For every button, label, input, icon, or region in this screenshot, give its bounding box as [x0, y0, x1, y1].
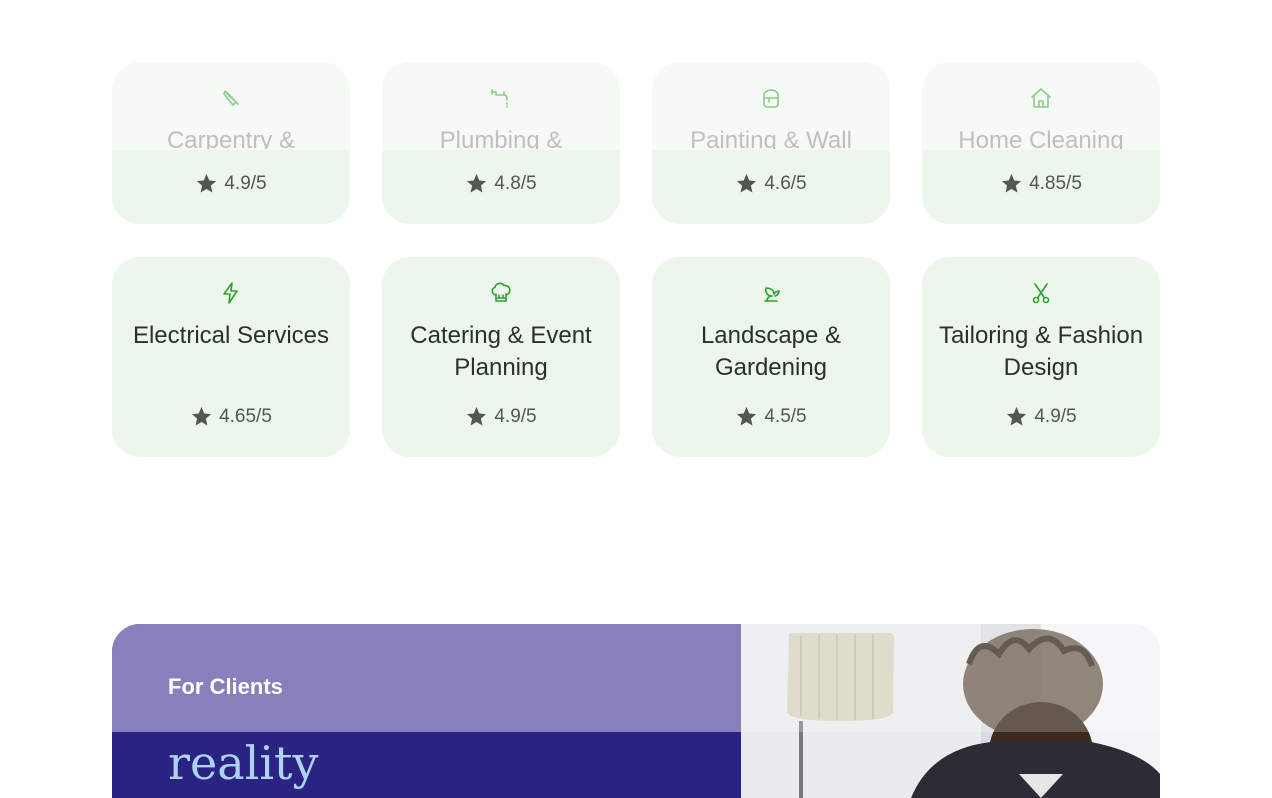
faucet-icon: [489, 86, 513, 110]
banner-headline: reality: [168, 736, 319, 790]
star-icon: [1001, 173, 1022, 193]
star-icon: [737, 173, 757, 193]
category-title: Home Cleaning: [958, 127, 1124, 149]
category-rating: 4.5/5: [652, 405, 890, 428]
star-icon: [197, 173, 217, 193]
star-icon: [1007, 406, 1027, 426]
category-rating: 4.9/5: [922, 405, 1160, 428]
category-card-catering[interactable]: Catering & Event Planning 4.9/5: [382, 257, 620, 457]
rating-value: 4.85/5: [1029, 172, 1082, 194]
category-rating: 4.65/5: [112, 405, 350, 428]
banner-eyebrow: For Clients: [168, 674, 283, 699]
banner-photo: [741, 624, 1160, 798]
category-rating: 4.6/5: [652, 172, 890, 195]
category-title: Catering & Event Planning: [410, 322, 592, 381]
star-icon: [467, 406, 487, 426]
category-title: Electrical Services: [132, 322, 330, 349]
category-rating: 4.8/5: [382, 172, 620, 195]
category-title: Landscape & Gardening: [700, 322, 842, 381]
rating-value: 4.5/5: [764, 405, 807, 427]
page: Carpentry & 4.9/5 Plumbing & 4.8/5 Paint…: [0, 0, 1272, 798]
star-icon: [737, 406, 757, 426]
rating-value: 4.8/5: [494, 172, 537, 194]
category-rating: 4.9/5: [112, 172, 350, 195]
lightning-icon: [219, 281, 243, 305]
star-icon: [467, 173, 487, 193]
category-title: Plumbing &: [439, 127, 563, 149]
category-card-carpentry[interactable]: Carpentry & 4.9/5: [112, 62, 350, 224]
category-card-landscape[interactable]: Landscape & Gardening 4.5/5: [652, 257, 890, 457]
rating-value: 4.6/5: [764, 172, 807, 194]
clients-promo-banner: For Clients reality: [112, 624, 1160, 798]
person-with-lamp-image: [741, 624, 1160, 798]
rating-value: 4.9/5: [1034, 405, 1077, 427]
saw-icon: [219, 86, 243, 110]
category-title: Carpentry &: [166, 127, 296, 149]
category-card-plumbing[interactable]: Plumbing & 4.8/5: [382, 62, 620, 224]
category-rating: 4.85/5: [922, 172, 1160, 195]
category-title: Tailoring & Fashion Design: [938, 322, 1144, 381]
paint-bucket-icon: [759, 86, 783, 110]
house-icon: [1029, 86, 1053, 110]
category-title: Painting & Wall: [690, 127, 852, 149]
category-rating: 4.9/5: [382, 405, 620, 428]
chef-hat-icon: [489, 281, 513, 305]
category-card-home-cleaning[interactable]: Home Cleaning 4.85/5: [922, 62, 1160, 224]
star-icon: [191, 406, 212, 426]
rating-value: 4.9/5: [494, 405, 537, 427]
category-card-painting[interactable]: Painting & Wall 4.6/5: [652, 62, 890, 224]
scissors-icon: [1029, 281, 1053, 305]
plant-icon: [759, 281, 783, 305]
rating-value: 4.9/5: [224, 172, 267, 194]
category-card-electrical[interactable]: Electrical Services 4.65/5: [112, 257, 350, 457]
banner-text-panel: For Clients reality: [112, 624, 741, 798]
category-card-tailoring[interactable]: Tailoring & Fashion Design 4.9/5: [922, 257, 1160, 457]
rating-value: 4.65/5: [219, 405, 272, 427]
